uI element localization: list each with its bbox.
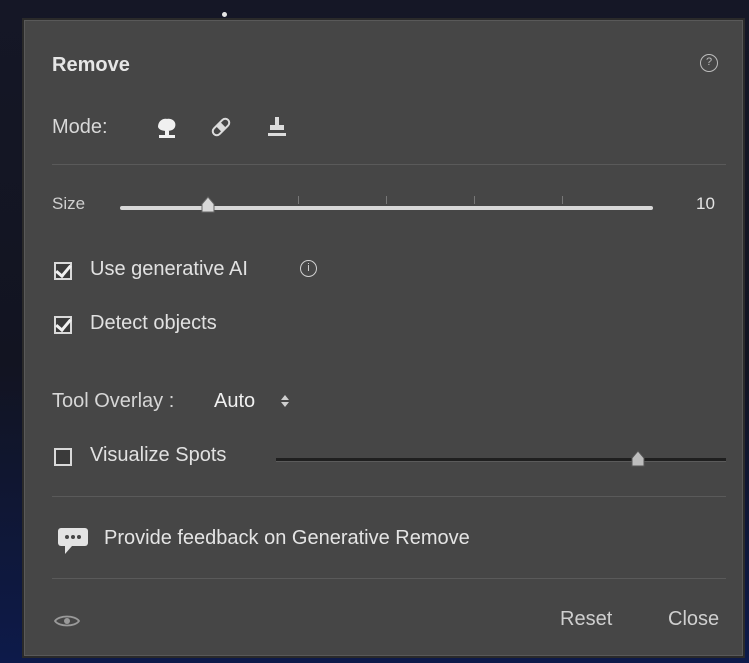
detect-objects-label[interactable]: Detect objects (90, 312, 217, 335)
detect-objects-checkbox[interactable] (54, 316, 72, 334)
size-slider-tick (386, 196, 387, 204)
tool-overlay-select[interactable]: Auto (214, 390, 255, 413)
visualize-spots-slider-track[interactable] (276, 458, 726, 462)
eraser-icon (158, 118, 176, 138)
tool-overlay-label: Tool Overlay : (52, 390, 175, 412)
size-slider-tick (474, 196, 475, 204)
mode-label: Mode: (52, 116, 108, 138)
size-slider-thumb[interactable] (200, 196, 216, 214)
clone-tool-button[interactable] (260, 110, 294, 144)
panel-title: Remove (52, 54, 130, 76)
feedback-link[interactable]: Provide feedback on Generative Remove (104, 527, 470, 550)
size-slider-tick (562, 196, 563, 204)
chevron-updown-icon[interactable] (280, 389, 290, 411)
visualize-spots-slider-thumb[interactable] (630, 450, 646, 468)
help-icon[interactable]: ? (700, 54, 718, 72)
footer-divider (52, 578, 726, 579)
size-value[interactable]: 10 (696, 194, 715, 214)
heal-tool-button[interactable] (204, 110, 238, 144)
visualize-spots-checkbox[interactable] (54, 448, 72, 466)
chat-bubble-icon[interactable] (56, 526, 90, 556)
info-icon[interactable]: i (300, 260, 317, 277)
bandage-icon (211, 117, 231, 137)
close-button[interactable]: Close (668, 608, 719, 631)
mode-divider (52, 164, 726, 165)
use-generative-ai-label[interactable]: Use generative AI (90, 258, 248, 281)
visualize-spots-label[interactable]: Visualize Spots (90, 444, 226, 467)
reset-button[interactable]: Reset (560, 608, 612, 631)
use-generative-ai-checkbox[interactable] (54, 262, 72, 280)
feedback-divider (52, 496, 726, 497)
remove-tool-button[interactable] (150, 110, 184, 144)
stamp-icon (268, 117, 286, 136)
size-slider-tick (298, 196, 299, 204)
window-handle-dot (222, 12, 227, 17)
remove-panel: Remove ? Mode: Size 10 Use generative AI… (22, 18, 745, 658)
eye-icon[interactable] (53, 613, 81, 629)
size-label: Size (52, 194, 86, 213)
